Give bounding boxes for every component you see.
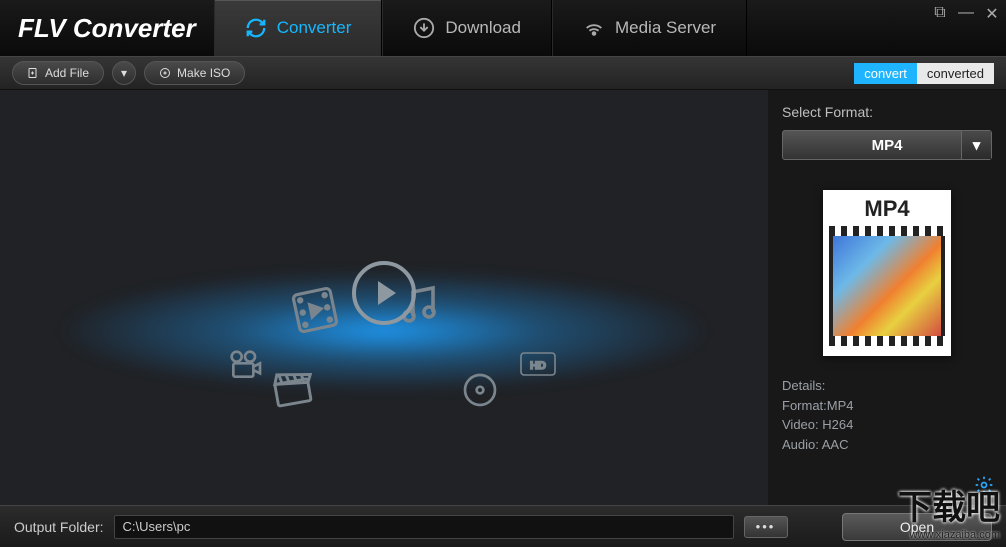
tab-mediaserver[interactable]: Media Server bbox=[552, 0, 747, 56]
details-heading: Details: bbox=[782, 376, 992, 396]
tab-label: Converter bbox=[277, 18, 352, 38]
hd-badge-icon: HD bbox=[520, 352, 556, 376]
refresh-icon bbox=[245, 17, 267, 39]
select-format-label: Select Format: bbox=[782, 104, 992, 120]
play-icon bbox=[352, 261, 416, 325]
film-icon bbox=[285, 280, 344, 339]
close-icon[interactable]: ✕ bbox=[984, 4, 1000, 24]
button-label: Make ISO bbox=[177, 66, 230, 80]
segment-convert[interactable]: convert bbox=[854, 63, 917, 84]
svg-text:HD: HD bbox=[530, 360, 546, 372]
tab-download[interactable]: Download bbox=[382, 0, 552, 56]
format-thumbnail: MP4 bbox=[823, 190, 951, 356]
chevron-down-icon: ▾ bbox=[121, 66, 127, 80]
cd-icon bbox=[460, 370, 500, 410]
button-label: Add File bbox=[45, 66, 89, 80]
download-icon bbox=[413, 17, 435, 39]
output-folder-label: Output Folder: bbox=[14, 519, 104, 535]
popout-icon[interactable]: ⧉ bbox=[932, 4, 948, 24]
tab-label: Media Server bbox=[615, 18, 716, 38]
add-file-button[interactable]: Add File bbox=[12, 61, 104, 85]
settings-button[interactable] bbox=[974, 475, 994, 495]
plus-file-icon bbox=[27, 67, 39, 79]
make-iso-button[interactable]: Make ISO bbox=[144, 61, 245, 85]
minimize-icon[interactable]: — bbox=[958, 4, 974, 24]
camera-icon bbox=[225, 345, 265, 385]
details-format: Format:MP4 bbox=[782, 396, 992, 416]
wifi-icon bbox=[583, 17, 605, 39]
app-title: FLV Converter bbox=[0, 13, 214, 44]
thumbnail-image bbox=[829, 226, 945, 346]
chevron-down-icon: ▾ bbox=[961, 131, 991, 159]
format-dropdown[interactable]: MP4 ▾ bbox=[782, 130, 992, 160]
details-audio: Audio: AAC bbox=[782, 435, 992, 455]
format-value: MP4 bbox=[872, 137, 903, 154]
clapperboard-icon bbox=[267, 362, 318, 413]
browse-button[interactable]: ••• bbox=[744, 516, 788, 538]
thumbnail-label: MP4 bbox=[829, 196, 945, 226]
output-folder-input[interactable] bbox=[114, 515, 734, 539]
open-button[interactable]: Open bbox=[842, 513, 992, 541]
segment-converted[interactable]: converted bbox=[917, 63, 994, 84]
details-video: Video: H264 bbox=[782, 415, 992, 435]
preview-canvas: HD bbox=[0, 90, 768, 505]
tab-label: Download bbox=[445, 18, 521, 38]
disc-icon bbox=[159, 67, 171, 79]
add-file-dropdown[interactable]: ▾ bbox=[112, 61, 136, 85]
tab-converter[interactable]: Converter bbox=[214, 0, 383, 56]
